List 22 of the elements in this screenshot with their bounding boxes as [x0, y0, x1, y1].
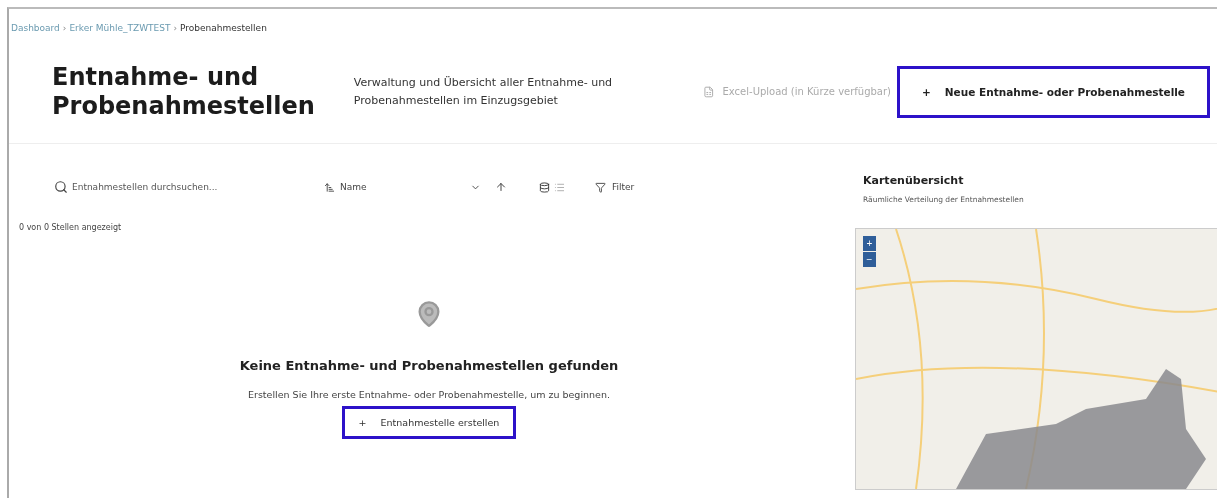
- zoom-in-button[interactable]: +: [863, 235, 876, 251]
- search-field[interactable]: Entnahmestellen durchsuchen...: [70, 181, 314, 194]
- breadcrumb-separator: ›: [62, 23, 67, 33]
- sort-select[interactable]: Name: [340, 181, 495, 193]
- page-title: Entnahme- und Probenahmestellen: [52, 63, 316, 121]
- sort-direction-icon[interactable]: [495, 181, 507, 194]
- filter-icon: [595, 181, 606, 193]
- map-title: Kartenübersicht: [863, 173, 965, 187]
- result-count: 0 von 0 Stellen angezeigt: [19, 221, 123, 232]
- filter-button[interactable]: Filter: [589, 180, 641, 194]
- search-icon: [54, 180, 68, 195]
- new-location-button[interactable]: + Neue Entnahme- oder Probenahmestelle: [897, 65, 1210, 118]
- empty-state-title: Keine Entnahme- und Probenahmestellen gefunden: [239, 357, 619, 373]
- breadcrumb-current: Probenahmestellen: [180, 23, 267, 33]
- page-description: Verwaltung und Übersicht aller Entnahme- und Probenahmestellen im Einzugsgebiet: [353, 75, 614, 109]
- breadcrumb-separator: ›: [173, 23, 178, 33]
- sort-icon: [324, 181, 335, 193]
- empty-state-text: Erstellen Sie Ihre erste Entnahme- oder Probenahmestelle, um zu beginnen.: [248, 388, 610, 400]
- grid-view-button[interactable]: [537, 179, 552, 195]
- create-location-button[interactable]: + Entnahmestelle erstellen: [341, 405, 517, 439]
- file-icon: [703, 85, 715, 98]
- zoom-out-button[interactable]: −: [863, 251, 876, 267]
